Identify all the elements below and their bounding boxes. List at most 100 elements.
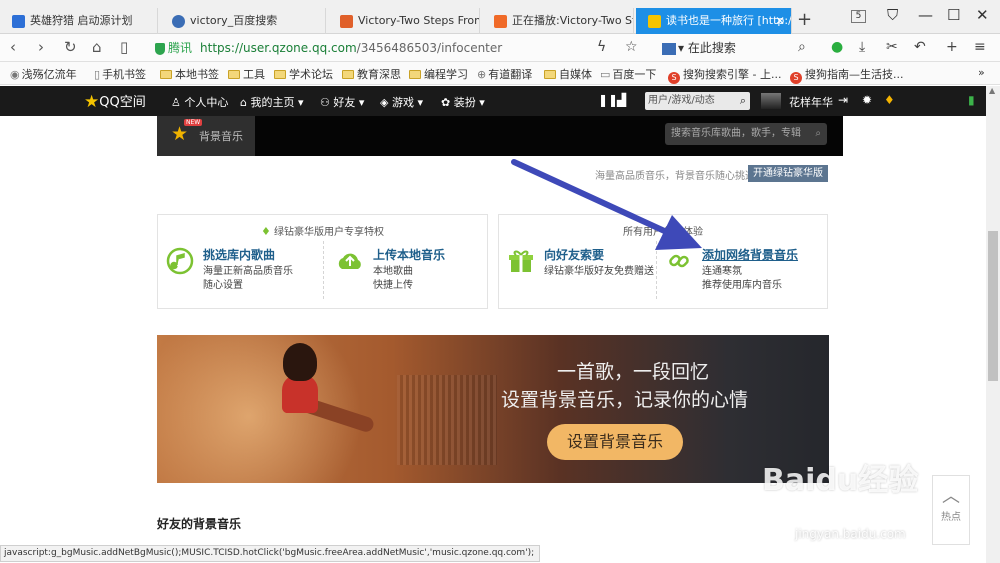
- forward-icon[interactable]: ›: [38, 38, 44, 56]
- scroll-up-icon[interactable]: ▲: [989, 86, 995, 95]
- search-icon[interactable]: ⌕: [798, 39, 806, 55]
- nav-my-home[interactable]: ⌂ 我的主页 ▾: [240, 94, 304, 110]
- browser-tab[interactable]: 英雄狩猎 启动源计划: [0, 8, 158, 34]
- status-bar: javascript:g_bgMusic.addNetBgMusic();MUS…: [0, 545, 540, 562]
- banner-headline: 一首歌，一段回忆: [557, 361, 710, 383]
- bookmark-label: 自媒体: [559, 68, 592, 81]
- bookmark-item[interactable]: ⊕ 有道翻译: [477, 66, 532, 82]
- nav-label: 个人中心: [184, 96, 229, 109]
- tab-favicon-icon: [12, 15, 25, 28]
- music-search-placeholder: 搜索音乐库歌曲，歌手，专辑: [671, 128, 801, 139]
- vip-diamond-icon[interactable]: ♦: [884, 93, 895, 107]
- ask-friends-option[interactable]: 向好友索要 绿钻豪华版好友免费赠送: [501, 243, 656, 301]
- maximize-icon[interactable]: ☐: [947, 6, 960, 24]
- bookmark-folder[interactable]: 学术论坛: [274, 66, 333, 82]
- close-window-icon[interactable]: ✕: [976, 6, 989, 24]
- feature-title: 挑选库内歌曲: [203, 248, 276, 262]
- browser-search-input[interactable]: ▾ 在此搜索: [662, 38, 812, 58]
- qzone-star-icon: [648, 15, 661, 28]
- bookmark-item[interactable]: ▭ 百度一下: [600, 66, 656, 82]
- avatar[interactable]: [761, 93, 781, 109]
- tab-background-music[interactable]: ★ NEW 背景音乐: [157, 116, 255, 156]
- bookmark-item[interactable]: S 搜狗指南—生活技...: [790, 66, 904, 84]
- logout-icon[interactable]: ⇥: [838, 93, 848, 107]
- search-icon[interactable]: ⌕: [740, 92, 746, 110]
- bookmark-folder[interactable]: 工具: [228, 66, 265, 82]
- bookmark-folder[interactable]: 本地书签: [160, 66, 219, 82]
- link-icon: [669, 254, 689, 268]
- new-tab-icon[interactable]: +: [797, 9, 812, 30]
- upload-local-music-option[interactable]: 上传本地音乐 本地歌曲 快捷上传: [330, 243, 485, 301]
- select-library-songs-option[interactable]: 挑选库内歌曲 海量正新高品质音乐 随心设置: [160, 243, 315, 301]
- bookmark-item[interactable]: ▯ 手机书签: [94, 66, 146, 82]
- pause-icon[interactable]: ❚❚: [598, 93, 618, 107]
- wechat-icon[interactable]: ●: [831, 39, 843, 55]
- scrollbar-thumb[interactable]: [988, 231, 998, 381]
- vip-privileges-card: ♦ 绿钻豪华版用户专享特权 挑选库内歌曲 海量正新高品质音乐 随心设置 上传本地…: [157, 214, 488, 309]
- set-music-banner[interactable]: 一首歌，一段回忆 设置背景音乐，记录你的心情 设置背景音乐: [157, 335, 829, 483]
- feature-desc: 海量正新高品质音乐: [203, 266, 293, 277]
- set-background-music-button[interactable]: 设置背景音乐: [547, 424, 683, 460]
- bookmark-label: 搜狗搜索引擎 - 上...: [683, 68, 782, 81]
- undo-icon[interactable]: ↶: [914, 39, 926, 55]
- add-network-music-option[interactable]: 添加网络背景音乐 连通寒氛 推荐使用库内音乐: [659, 243, 814, 301]
- bookmark-folder[interactable]: 教育深思: [342, 66, 401, 82]
- url-field[interactable]: 腾讯 https://user.qzone.qq.com/3456486503/i…: [155, 38, 625, 58]
- browser-tab-bar: 英雄狩猎 启动源计划 victory_百度搜索 Victory-Two Step…: [0, 0, 1000, 34]
- qzone-search-input[interactable]: 用户/游戏/动态 ⌕: [645, 92, 750, 110]
- more-bookmarks-icon[interactable]: »: [978, 66, 985, 79]
- open-vip-button[interactable]: 开通绿钻豪华版: [748, 165, 828, 182]
- security-shield-icon: [155, 42, 165, 55]
- nav-decorate[interactable]: ✿ 装扮 ▾: [441, 94, 485, 110]
- star-bookmark-icon[interactable]: ☆: [625, 39, 638, 55]
- nav-friends[interactable]: ⚇ 好友 ▾: [320, 94, 364, 110]
- bookmark-label: 本地书签: [175, 68, 219, 81]
- lightning-icon[interactable]: ϟ: [597, 39, 606, 55]
- reader-icon[interactable]: ▯: [120, 38, 128, 56]
- browser-tab[interactable]: victory_百度搜索: [160, 8, 326, 34]
- bars-icon[interactable]: ▟: [617, 93, 626, 107]
- feature-desc: 绿钻豪华版好友免费赠送: [544, 266, 654, 277]
- tab-title: 英雄狩猎 启动源计划: [30, 14, 133, 27]
- qzone-star-icon: ★: [84, 92, 100, 112]
- username[interactable]: 花样年华: [789, 94, 833, 110]
- home-icon[interactable]: ⌂: [92, 38, 102, 56]
- divider: [323, 241, 324, 299]
- chevron-up-icon: ︿: [942, 486, 960, 507]
- refresh-icon[interactable]: ↻: [64, 38, 77, 56]
- nav-personal-center[interactable]: ♙ 个人中心: [171, 94, 228, 110]
- browser-tab-active[interactable]: 读书也是一种旅行 [http://3 ✕: [636, 8, 792, 34]
- scissors-icon[interactable]: ✂: [886, 39, 898, 55]
- download-icon[interactable]: ⤓: [859, 39, 865, 55]
- qzone-search-placeholder: 用户/游戏/动态: [648, 95, 715, 106]
- window-count-badge[interactable]: 5: [851, 10, 866, 23]
- search-icon[interactable]: ⌕: [815, 123, 821, 145]
- page-scrollbar[interactable]: ▲: [986, 86, 1000, 563]
- qzone-logo[interactable]: ★QQ空间: [84, 91, 146, 112]
- nav-label: 好友: [333, 96, 356, 109]
- music-search-input[interactable]: 搜索音乐库歌曲，歌手，专辑 ⌕: [665, 123, 827, 145]
- shirt-icon[interactable]: ⛉: [887, 6, 898, 24]
- minimize-icon[interactable]: —: [918, 6, 933, 24]
- plus-icon[interactable]: +: [946, 39, 958, 55]
- bookmark-item[interactable]: ◉ 浅殇亿流年: [10, 66, 77, 82]
- nav-label: 装扮: [453, 96, 476, 109]
- globe-icon: ⊕: [477, 68, 487, 81]
- to-top-label: 热点: [941, 512, 961, 523]
- bookmark-folder[interactable]: 自媒体: [544, 66, 592, 82]
- gear-icon[interactable]: ✹: [862, 93, 872, 107]
- gift-icon: [509, 250, 533, 272]
- menu-icon[interactable]: ≡: [974, 39, 986, 55]
- feature-desc: 本地歌曲: [373, 266, 413, 277]
- nav-label: 游戏: [391, 96, 414, 109]
- close-tab-icon[interactable]: ✕: [775, 8, 785, 34]
- back-to-top-button[interactable]: ︿ 热点: [932, 475, 970, 545]
- bookmark-label: 工具: [243, 68, 265, 81]
- bookmark-folder[interactable]: 编程学习: [409, 66, 468, 82]
- nav-games[interactable]: ◈ 游戏 ▾: [380, 94, 423, 110]
- browser-tab[interactable]: 正在播放:Victory-Two Steps: [482, 8, 634, 34]
- browser-tab[interactable]: Victory-Two Steps From He: [328, 8, 480, 34]
- bookmark-item[interactable]: S 搜狗搜索引擎 - 上...: [668, 66, 781, 84]
- back-icon[interactable]: ‹: [10, 38, 16, 56]
- feature-title-link[interactable]: 添加网络背景音乐: [702, 246, 798, 263]
